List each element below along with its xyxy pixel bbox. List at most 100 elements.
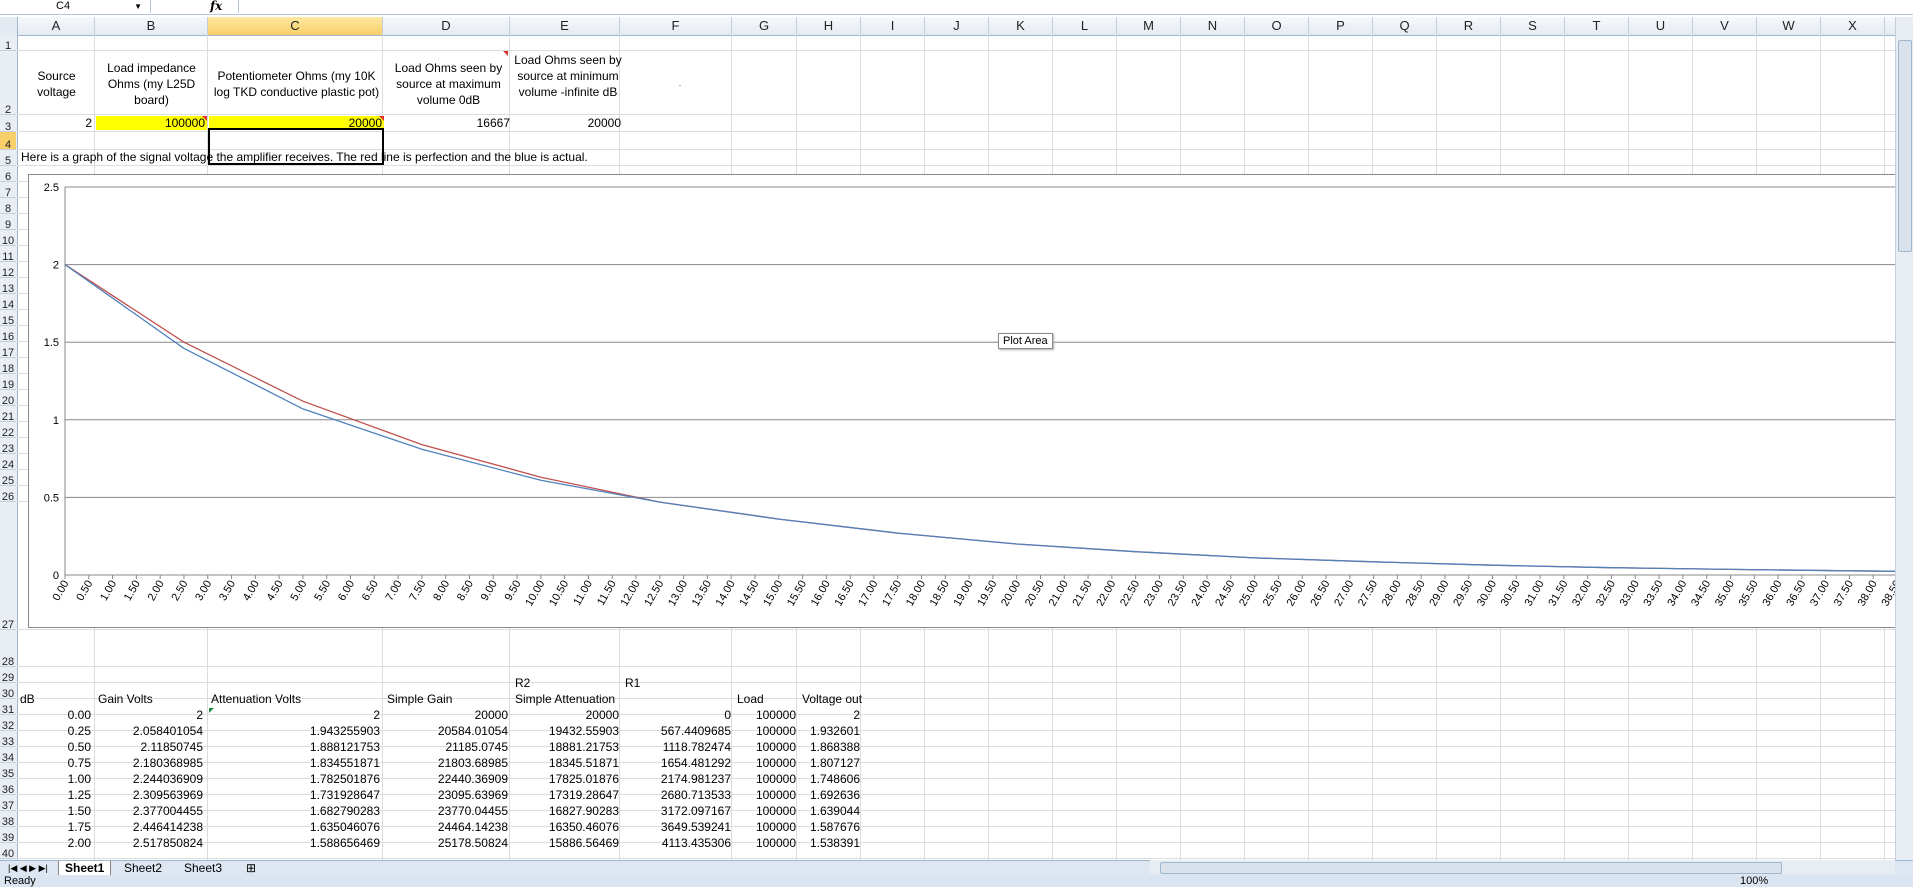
- table-cell[interactable]: 23095.63969: [385, 788, 508, 802]
- table-cell[interactable]: 2: [209, 708, 380, 722]
- table-cell[interactable]: 1.25: [18, 788, 91, 802]
- row-header-5[interactable]: 5: [0, 150, 16, 167]
- vertical-scroll-thumb[interactable]: [1898, 40, 1912, 252]
- function-icon[interactable]: fx: [210, 0, 222, 13]
- table-cell[interactable]: 100000: [735, 804, 796, 818]
- table-cell[interactable]: 19432.55903: [513, 724, 619, 738]
- table-cell[interactable]: 3172.097167: [623, 804, 731, 818]
- table-cell[interactable]: 2680.713533: [623, 788, 731, 802]
- table-header[interactable]: Voltage out: [802, 692, 862, 706]
- table-cell[interactable]: 17319.28647: [513, 788, 619, 802]
- select-all-corner[interactable]: [0, 17, 18, 35]
- row-header-27[interactable]: 27: [0, 502, 16, 631]
- table-header[interactable]: Simple Gain: [387, 692, 452, 706]
- table-cell[interactable]: 0.00: [18, 708, 91, 722]
- row-header-40[interactable]: 40: [0, 843, 16, 860]
- cell-c2[interactable]: Potentiometer Ohms (my 10K log TKD condu…: [209, 68, 384, 100]
- column-header-d[interactable]: D: [383, 17, 510, 35]
- table-header[interactable]: dB: [20, 692, 35, 706]
- table-cell[interactable]: 100000: [735, 836, 796, 850]
- cell-e3[interactable]: 20000: [513, 116, 621, 130]
- row-header-33[interactable]: 33: [0, 731, 16, 748]
- cell-e2[interactable]: Load Ohms seen by source at minimum volu…: [513, 52, 623, 100]
- table-cell[interactable]: 1654.481292: [623, 756, 731, 770]
- row-header-3[interactable]: 3: [0, 115, 16, 133]
- line-chart[interactable]: 0 0.5 1 1.5 2 2.5 0.00 0.50 1.00 1.50 2.00 2.50 3.00…: [28, 174, 1900, 628]
- table-cell[interactable]: 1.943255903: [209, 724, 380, 738]
- tab-sheet1[interactable]: Sheet1: [58, 861, 112, 875]
- table-cell[interactable]: 1.588656469: [209, 836, 380, 850]
- row-header-7[interactable]: 7: [0, 182, 16, 199]
- table-cell[interactable]: 18345.51871: [513, 756, 619, 770]
- column-header-e[interactable]: E: [510, 17, 620, 35]
- table-cell[interactable]: 2: [800, 708, 860, 722]
- column-header-b[interactable]: B: [95, 17, 208, 35]
- table-cell[interactable]: 0: [623, 708, 731, 722]
- column-header-v[interactable]: V: [1693, 17, 1757, 35]
- table-cell[interactable]: 3649.539241: [623, 820, 731, 834]
- row-header-39[interactable]: 39: [0, 827, 16, 844]
- table-cell[interactable]: 15886.56469: [513, 836, 619, 850]
- row-header-29[interactable]: 29: [0, 667, 16, 684]
- row-header-26[interactable]: 26: [0, 486, 16, 503]
- column-header-q[interactable]: Q: [1373, 17, 1437, 35]
- cell-b3[interactable]: 100000: [96, 116, 207, 130]
- cell-b2[interactable]: Load impedance Ohms (my L25D board): [96, 60, 207, 108]
- table-cell[interactable]: 100000: [735, 788, 796, 802]
- row-header-21[interactable]: 21: [0, 406, 16, 423]
- cell-d2[interactable]: Load Ohms seen by source at maximum volu…: [385, 60, 512, 108]
- tab-sheet3[interactable]: Sheet3: [178, 861, 228, 875]
- column-header-m[interactable]: M: [1117, 17, 1181, 35]
- table-cell[interactable]: 16827.90283: [513, 804, 619, 818]
- table-cell[interactable]: 1.782501876: [209, 772, 380, 786]
- table-cell[interactable]: 1.587676: [800, 820, 860, 834]
- table-cell[interactable]: 2174.981237: [623, 772, 731, 786]
- row-header-17[interactable]: 17: [0, 342, 16, 359]
- table-cell[interactable]: 2: [96, 708, 203, 722]
- cell-a3[interactable]: 2: [18, 116, 92, 130]
- table-cell[interactable]: 0.50: [18, 740, 91, 754]
- row-header-2[interactable]: 2: [0, 51, 16, 116]
- row-header-34[interactable]: 34: [0, 747, 16, 764]
- table-cell[interactable]: 18881.21753: [513, 740, 619, 754]
- table-cell[interactable]: 2.517850824: [96, 836, 203, 850]
- cell-a2[interactable]: Source voltage: [18, 68, 95, 100]
- zoom-level[interactable]: 100%: [1740, 875, 1768, 887]
- table-cell[interactable]: 100000: [735, 708, 796, 722]
- table-cell[interactable]: 0.25: [18, 724, 91, 738]
- table-header[interactable]: Simple Attenuation: [515, 692, 615, 706]
- cell-e29[interactable]: R2: [515, 676, 530, 690]
- table-cell[interactable]: 1.635046076: [209, 820, 380, 834]
- table-cell[interactable]: 2.058401054: [96, 724, 203, 738]
- table-cell[interactable]: 16350.46076: [513, 820, 619, 834]
- table-cell[interactable]: 1.75: [18, 820, 91, 834]
- table-header[interactable]: Gain Volts: [98, 692, 153, 706]
- table-cell[interactable]: 1.834551871: [209, 756, 380, 770]
- table-cell[interactable]: 17825.01876: [513, 772, 619, 786]
- row-header-19[interactable]: 19: [0, 374, 16, 391]
- table-cell[interactable]: 100000: [735, 820, 796, 834]
- table-cell[interactable]: 1.692636: [800, 788, 860, 802]
- row-header-4[interactable]: 4: [0, 132, 16, 151]
- table-cell[interactable]: 1.682790283: [209, 804, 380, 818]
- first-sheet-arrow-icon[interactable]: |◀ ◀ ▶ ▶|: [2, 861, 54, 875]
- table-cell[interactable]: 23770.04455: [385, 804, 508, 818]
- row-header-12[interactable]: 12: [0, 262, 16, 279]
- column-header-c[interactable]: C: [208, 17, 383, 35]
- row-header-22[interactable]: 22: [0, 422, 16, 439]
- table-cell[interactable]: 1.639044: [800, 804, 860, 818]
- column-header-t[interactable]: T: [1565, 17, 1629, 35]
- table-cell[interactable]: 21803.68985: [385, 756, 508, 770]
- table-cell[interactable]: 25178.50824: [385, 836, 508, 850]
- table-cell[interactable]: 20000: [513, 708, 619, 722]
- column-header-g[interactable]: G: [732, 17, 797, 35]
- row-header-8[interactable]: 8: [0, 198, 16, 215]
- table-cell[interactable]: 2.180368985: [96, 756, 203, 770]
- table-cell[interactable]: 1.50: [18, 804, 91, 818]
- table-cell[interactable]: 4113.435306: [623, 836, 731, 850]
- row-header-37[interactable]: 37: [0, 795, 16, 812]
- table-cell[interactable]: 1.807127: [800, 756, 860, 770]
- table-cell[interactable]: 2.377004455: [96, 804, 203, 818]
- row-header-15[interactable]: 15: [0, 310, 16, 327]
- row-header-16[interactable]: 16: [0, 326, 16, 343]
